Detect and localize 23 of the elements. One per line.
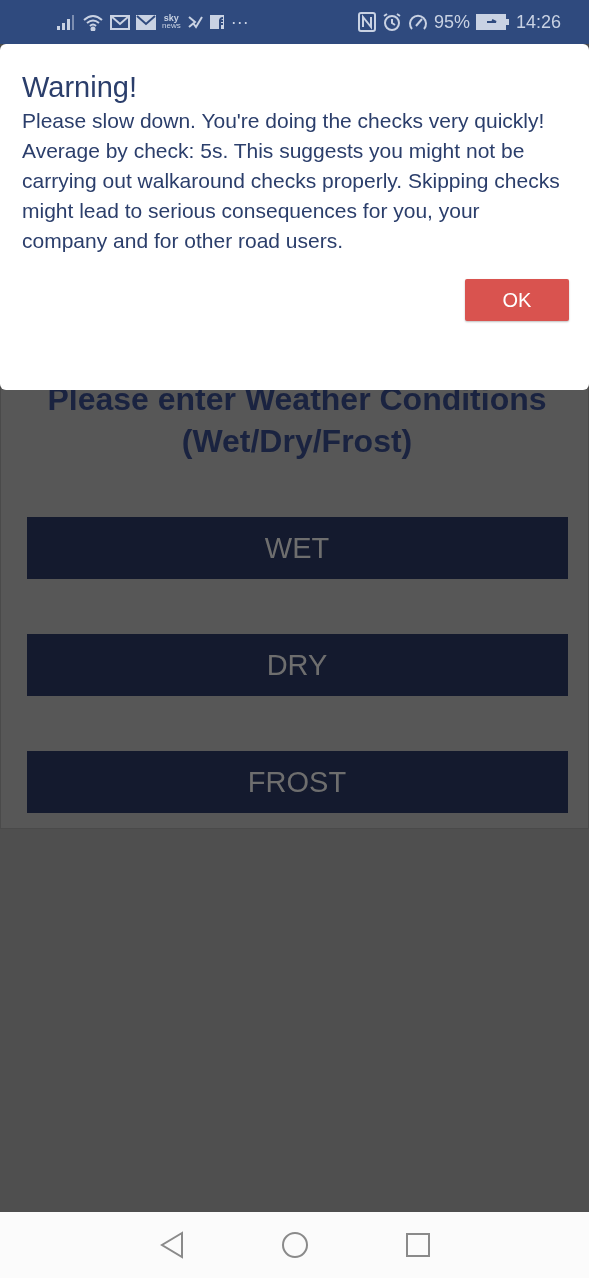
battery-percent: 95% [433,11,470,33]
wifi-icon [82,13,104,31]
clock-time: 14:26 [515,11,561,33]
signal-icon [56,13,76,31]
nfc-icon [357,12,376,32]
option-button[interactable]: DRY [26,634,568,696]
back-icon[interactable] [158,1231,185,1259]
mail-icon [110,14,130,30]
more-indicator: ··· [230,11,249,33]
option-button[interactable]: FROST [26,751,568,813]
news-logo: sky news [162,14,181,30]
check-icon [186,14,203,30]
mail-icon [136,14,156,30]
home-icon[interactable] [280,1231,309,1259]
option-button[interactable]: WET [26,517,568,579]
battery-icon [475,13,510,31]
recents-icon[interactable] [404,1232,431,1258]
alarm-icon [381,12,402,32]
page-heading: Please enter Weather Conditions (Wet/Dry/Frost) [46,380,548,461]
gauge-icon [407,12,428,32]
ok-button[interactable]: OK [465,279,569,321]
dialog-title: Warning! [22,70,138,104]
dialog-message: Please slow down. You're doing the checks very quickly! Average by check: 5s. This suggests you might not be carrying out walkaround checks properly. Skipping checks might lead to serious consequences for you, your company and for other road users. [22,108,561,254]
